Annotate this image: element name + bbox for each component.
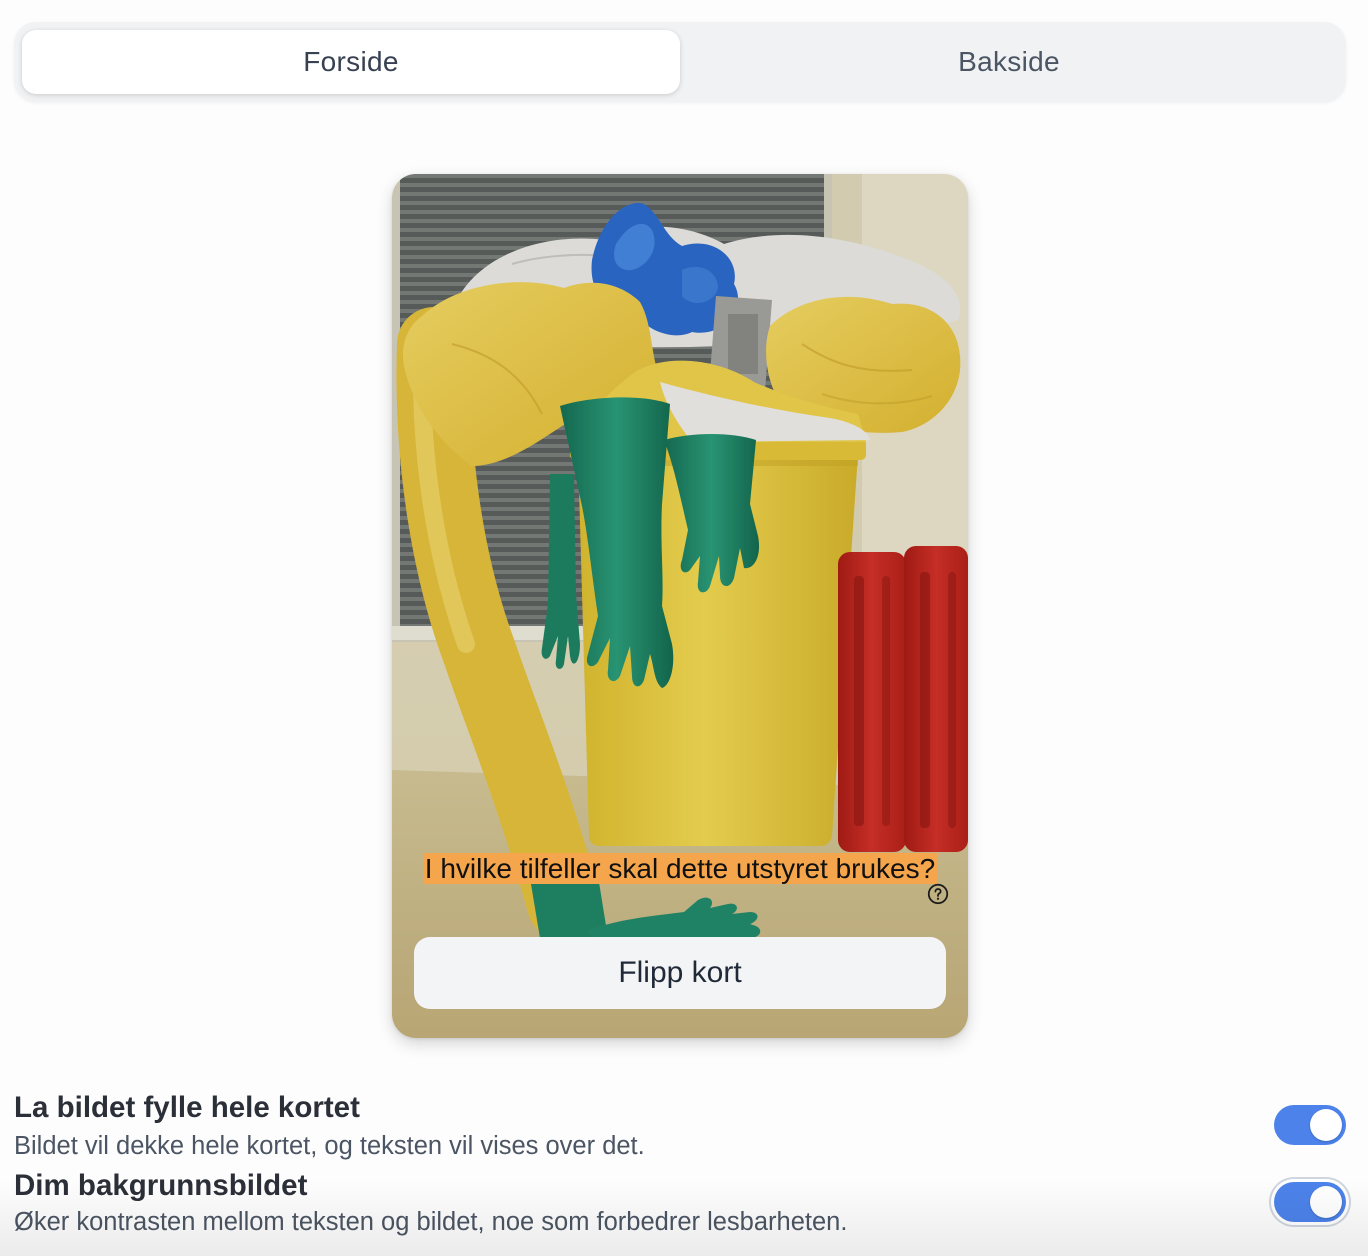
setting-title: Dim bakgrunnsbildet	[14, 1169, 308, 1202]
dim-background-toggle[interactable]	[1274, 1182, 1346, 1222]
setting-title: La bildet fylle hele kortet	[14, 1091, 360, 1124]
toggle-knob	[1310, 1109, 1342, 1141]
flip-card-button[interactable]: Flipp kort	[414, 937, 946, 1009]
card-background-image	[392, 174, 968, 1038]
toggle-knob	[1310, 1186, 1342, 1218]
setting-description: Øker kontrasten mellom teksten og bildet…	[14, 1208, 848, 1236]
flashcard-preview: I hvilke tilfeller skal dette utstyret b…	[392, 174, 968, 1038]
card-question-text: I hvilke tilfeller skal dette utstyret b…	[422, 853, 938, 884]
fill-image-toggle[interactable]	[1274, 1105, 1346, 1145]
dim-overlay	[392, 174, 968, 1038]
tab-forside[interactable]: Forside	[22, 30, 680, 94]
tab-bakside[interactable]: Bakside	[680, 30, 1338, 94]
question-circle-icon[interactable]	[927, 883, 949, 905]
setting-description: Bildet vil dekke hele kortet, og teksten…	[14, 1132, 645, 1160]
card-question: I hvilke tilfeller skal dette utstyret b…	[392, 853, 968, 885]
card-side-tabs: Forside Bakside	[14, 22, 1346, 102]
